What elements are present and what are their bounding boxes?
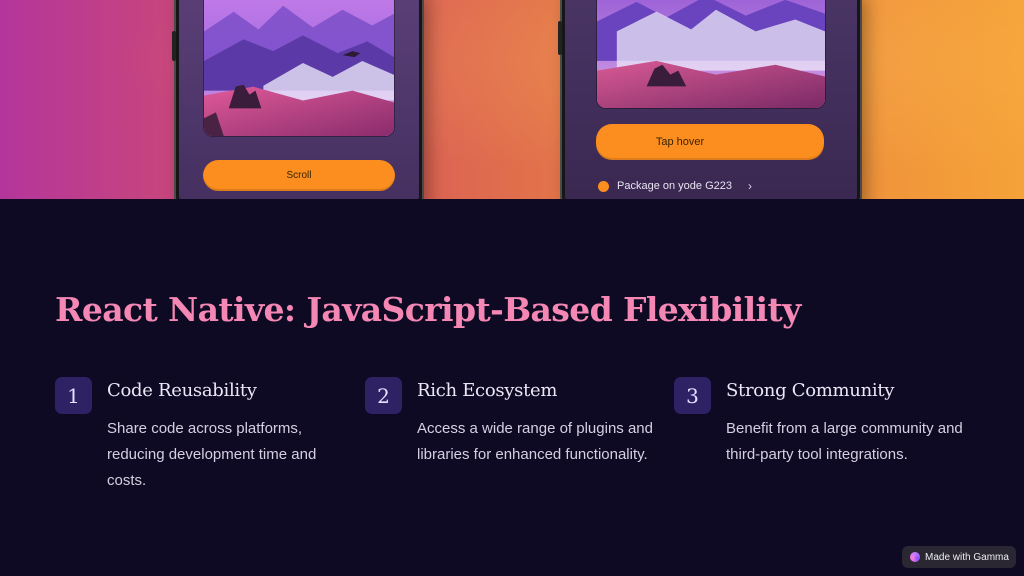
hero-image: Scroll Tap hover Package on yode G223 › [0, 0, 1024, 199]
made-with-gamma-badge[interactable]: Made with Gamma [902, 546, 1016, 568]
feature-description: Share code across platforms, reducing de… [107, 420, 317, 489]
phone-side-button [558, 21, 562, 55]
feature-title: Code Reusability [107, 380, 257, 401]
mountain-landscape-image [596, 0, 826, 109]
package-label: Package on yode G223 [617, 180, 732, 192]
feature-list: 1 Code Reusability Share code across pla… [55, 377, 985, 497]
number-badge: 2 [365, 377, 402, 414]
tap-hover-button[interactable]: Tap hover [596, 124, 824, 160]
feature-title: Strong Community [726, 380, 895, 401]
mountain-landscape-image [203, 0, 395, 137]
gamma-logo-icon [910, 552, 920, 562]
phone-mockup-right: Tap hover Package on yode G223 › [558, 0, 860, 199]
number-badge: 1 [55, 377, 92, 414]
phone-side-button [172, 31, 176, 61]
phone-mockup-left: Scroll [172, 0, 422, 199]
gamma-badge-label: Made with Gamma [925, 551, 1009, 563]
package-row[interactable]: Package on yode G223 › [598, 179, 752, 193]
feature-description: Access a wide range of plugins and libra… [417, 420, 653, 463]
chevron-right-icon[interactable]: › [748, 179, 752, 193]
feature-description: Benefit from a large community and third… [726, 420, 963, 463]
status-dot-icon [598, 180, 609, 192]
hero-glow [0, 0, 1024, 199]
number-badge: 3 [674, 377, 711, 414]
feature-title: Rich Ecosystem [417, 380, 558, 401]
page-title: React Native: JavaScript-Based Flexibili… [55, 290, 801, 329]
scroll-button[interactable]: Scroll [203, 160, 395, 191]
